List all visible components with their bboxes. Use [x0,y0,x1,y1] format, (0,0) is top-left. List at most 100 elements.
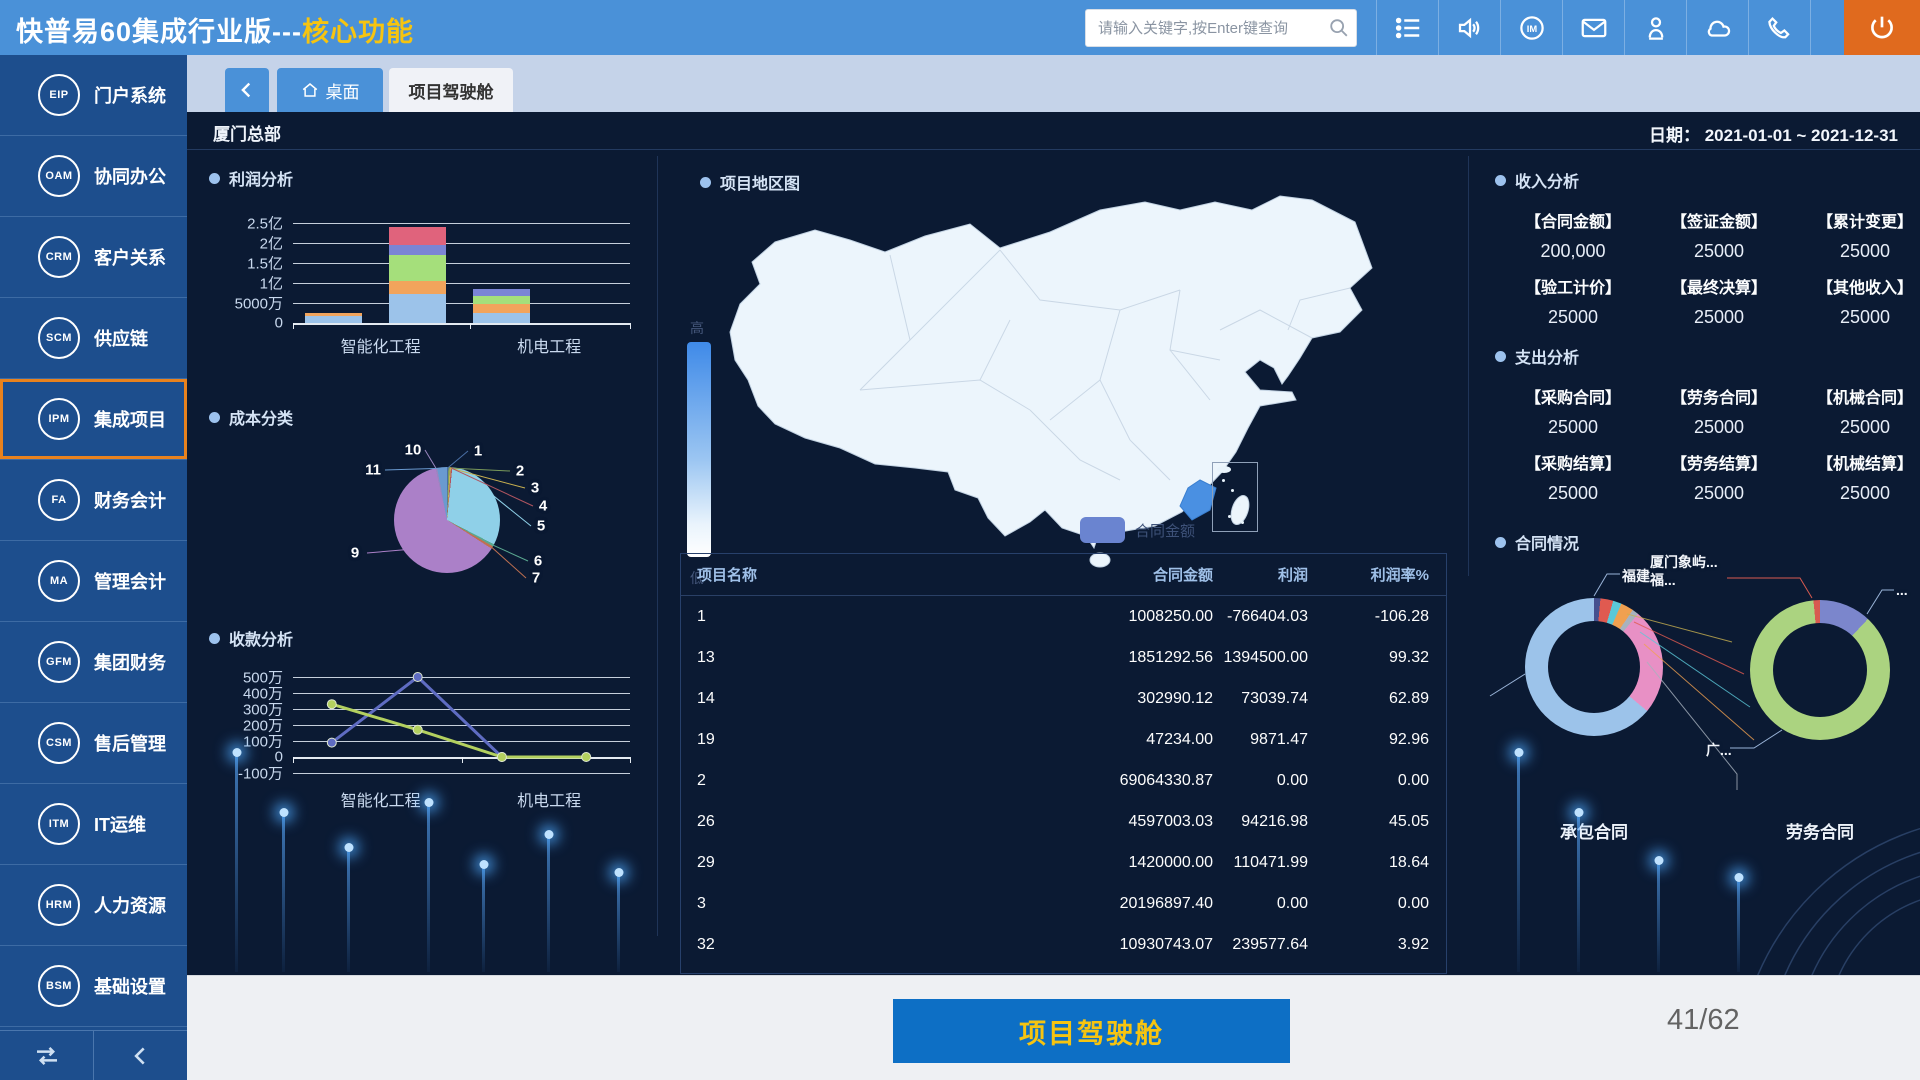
search-box[interactable] [1085,9,1357,47]
bar-segment [389,245,446,255]
table-row[interactable]: 291420000.00110471.9918.64 [681,842,1446,883]
light-beam-decor [1737,877,1740,972]
expense-item: 【采购结算】25000 [1500,450,1646,510]
project-cockpit-button[interactable]: 项目驾驶舱 [893,999,1290,1063]
power-icon[interactable] [1844,0,1920,55]
kv-value: 25000 [1500,483,1646,504]
y-axis-tick: 1亿 [203,273,283,294]
table-cell: 73039.74 [1213,690,1308,708]
sidebar-footer [0,1030,187,1080]
sidebar-item-gfm[interactable]: GFM集团财务 [0,622,187,703]
donut-label: 福... [1650,570,1676,590]
kv-label: 【最终决算】 [1646,274,1792,298]
sidebar-item-eip[interactable]: EIP门户系统 [0,55,187,136]
sidebar-item-itm[interactable]: ITMIT运维 [0,784,187,865]
sidebar-item-crm[interactable]: CRM客户关系 [0,217,187,298]
kv-label: 【合同金额】 [1500,208,1646,232]
south-china-sea-inset [1212,462,1258,532]
user-icon[interactable] [1624,0,1686,55]
table-row[interactable]: 1947234.009871.4792.96 [681,719,1446,760]
search-icon[interactable] [1322,17,1356,39]
table-row[interactable]: 269064330.870.000.00 [681,760,1446,801]
panel-contract-status: 合同情况 [1482,522,1920,975]
pie-slice-label: 1 [474,443,482,460]
table-row[interactable]: 320196897.400.000.00 [681,883,1446,924]
search-input[interactable] [1086,20,1322,37]
table-cell: 20196897.40 [1106,895,1213,913]
fa-module-icon: FA [38,479,80,521]
phone-icon[interactable] [1748,0,1810,55]
table-row[interactable]: 41804788.680.000.00 [681,965,1446,975]
china-outline [730,196,1372,548]
bullet-icon [1495,537,1506,548]
income-item: 【合同金额】200,000 [1500,208,1646,268]
mail-icon[interactable] [1562,0,1624,55]
table-row[interactable]: 131851292.561394500.0099.32 [681,637,1446,678]
collection-line-chart: -100万0100万200万300万400万500万智能化工程机电工程 [209,620,654,855]
gridline [293,323,630,325]
gridline [293,677,630,678]
donut-label: ... [1896,582,1908,598]
tab-project-cockpit[interactable]: 项目驾驶舱 [389,68,513,112]
cloud-icon[interactable] [1686,0,1748,55]
table-cell: 29 [681,854,1106,872]
light-beam-decor [547,834,550,972]
sidebar-item-ma[interactable]: MA管理会计 [0,541,187,622]
tab-back-button[interactable] [225,68,269,112]
sidebar-item-fa[interactable]: FA财务会计 [0,460,187,541]
tab-desktop[interactable]: 桌面 [277,68,383,112]
sidebar: EIP门户系统OAM协同办公CRM客户关系SCM供应链IPM集成项目FA财务会计… [0,55,187,1080]
contract-donut-left [1525,598,1663,736]
pie-slice-label: 10 [405,442,422,459]
volume-icon[interactable] [1438,0,1500,55]
sidebar-item-bsm[interactable]: BSM基础设置 [0,946,187,1027]
table-row[interactable]: 264597003.0394216.9845.05 [681,801,1446,842]
panel-project-region-map: 项目地区图 高 低 [677,156,1467,551]
itm-module-icon: ITM [38,803,80,845]
panel-cost-classification: 成本分类 123456791011 [209,397,654,617]
sidebar-item-scm[interactable]: SCM供应链 [0,298,187,379]
im-icon[interactable]: IM [1500,0,1562,55]
panel-expense-analysis: 支出分析 【采购合同】25000【劳务合同】25000【机械合同】25000【采… [1482,338,1920,518]
kv-value: 25000 [1500,417,1646,438]
kv-label: 【劳务结算】 [1646,450,1792,474]
collapse-icon[interactable] [94,1031,187,1080]
table-cell: 110471.99 [1213,854,1308,872]
x-axis-category: 智能化工程 [341,333,421,357]
ipm-module-icon: IPM [38,398,80,440]
topbar-icons: IM [1376,0,1920,55]
income-item: 【签证金额】25000 [1646,208,1792,268]
divider-right [1468,156,1469,576]
blank [1810,0,1844,55]
list-icon[interactable] [1376,0,1438,55]
table-row[interactable]: 11008250.00-766404.03-106.28 [681,596,1446,637]
y-axis-tick: -100万 [203,763,283,784]
light-beam-decor [482,864,485,972]
bar-segment [389,281,446,294]
scm-module-icon: SCM [38,317,80,359]
app-window: 快普易60集成行业版---核心功能 IM EIP门户系统OAM协同办公CRM客户… [0,0,1920,1080]
swap-icon[interactable] [0,1031,94,1080]
table-cell: 3.92 [1308,936,1446,954]
sidebar-item-oam[interactable]: OAM协同办公 [0,136,187,217]
donut-label: 广... [1706,740,1732,760]
gridline [293,243,630,244]
panel-title: 合同情况 [1495,530,1579,554]
table-cell: 14 [681,690,1106,708]
table-row[interactable]: 14302990.1273039.7462.89 [681,678,1446,719]
dashboard-header: 厦门总部 日期： 2021-01-01 ~ 2021-12-31 [187,112,1920,150]
sidebar-item-ipm[interactable]: IPM集成项目 [0,379,187,460]
income-values: 【合同金额】200,000【签证金额】25000【累计变更】25000【验工计价… [1500,208,1920,338]
donut-name-right: 劳务合同 [1786,818,1854,843]
sidebar-item-label: 管理会计 [94,568,166,594]
x-axis-category: 机电工程 [517,787,581,811]
sidebar-item-hrm[interactable]: HRM人力资源 [0,865,187,946]
gridline [293,263,630,264]
china-map[interactable] [700,180,1420,570]
table-cell: 1851292.56 [1106,649,1213,667]
profit-bar-chart: 05000万1亿1.5亿2亿2.5亿智能化工程机电工程 [209,160,654,395]
kv-value: 25000 [1792,417,1920,438]
table-row[interactable]: 3210930743.07239577.643.92 [681,924,1446,965]
pie-slice-label: 7 [532,570,540,587]
sidebar-item-csm[interactable]: CSM售后管理 [0,703,187,784]
